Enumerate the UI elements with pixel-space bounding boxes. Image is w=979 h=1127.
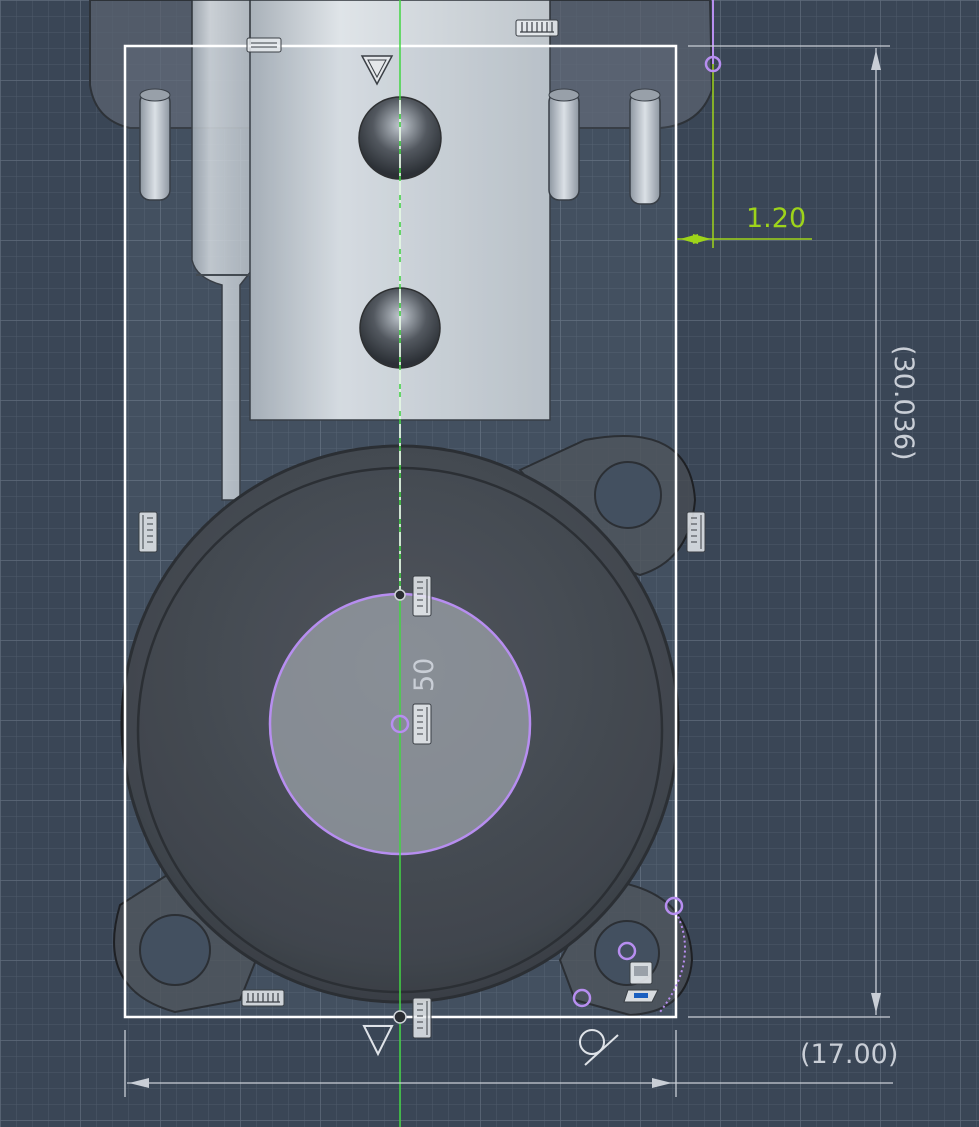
sketch-point-circle-top[interactable] — [394, 589, 406, 601]
horizontal-constraint-icon-bottom[interactable] — [241, 989, 285, 1007]
parallel-constraint-icon-left[interactable] — [138, 511, 158, 553]
vertical-constraint-icon-center[interactable] — [412, 703, 432, 745]
dimension-diameter-label[interactable]: 50 — [409, 658, 440, 692]
vertical-constraint-icon-top[interactable] — [412, 575, 432, 617]
sketch-point-rect-bottom[interactable] — [393, 1010, 407, 1024]
dimension-height-label[interactable]: (30.036) — [888, 345, 919, 461]
horizontal-constraint-icon[interactable] — [246, 37, 282, 53]
vertical-constraint-icon-bottom[interactable] — [412, 997, 432, 1039]
dimension-width-label[interactable]: (17.00) — [800, 1039, 898, 1070]
coincident-constraint-icon[interactable] — [515, 19, 559, 37]
dimension-offset-label[interactable]: 1.20 — [746, 203, 806, 234]
parallel-constraint-icon-right[interactable] — [686, 511, 706, 553]
cad-sketch-viewport[interactable]: 1.20 (30.036) (17.00) 50 — [0, 0, 979, 1127]
